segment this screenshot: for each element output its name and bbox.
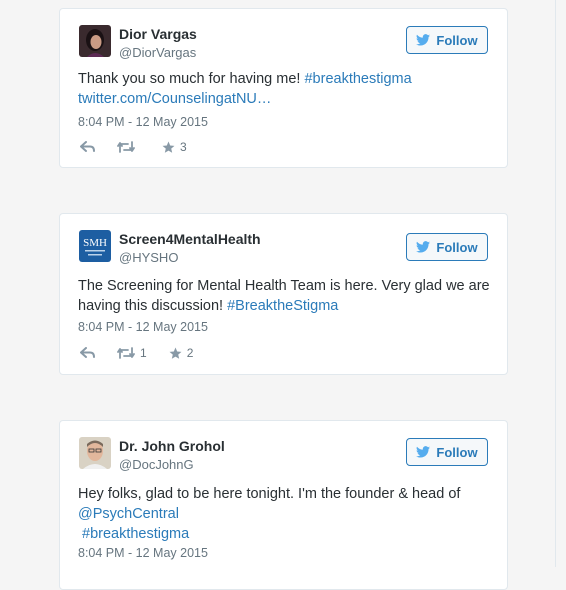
favorite-count: 2 <box>186 346 194 360</box>
tweet-actions: 1 2 <box>80 345 215 361</box>
tweet-text: Thank you so much for having me! #breakt… <box>78 69 498 109</box>
tweet-actions: 3 <box>80 139 209 155</box>
retweet-button[interactable]: 1 <box>117 346 147 360</box>
follow-label: Follow <box>436 444 478 460</box>
author-name[interactable]: Dior Vargas <box>119 26 197 42</box>
favorite-button[interactable]: 3 <box>162 140 187 154</box>
follow-button[interactable]: Follow <box>406 233 488 261</box>
hashtag-link[interactable]: #breakthestigma <box>82 526 189 542</box>
author-name[interactable]: Screen4MentalHealth <box>119 231 261 247</box>
author-handle[interactable]: @HYSHO <box>119 250 178 265</box>
url-link[interactable]: twitter.com/CounselingatNU… <box>78 91 271 107</box>
twitter-bird-icon <box>416 241 431 253</box>
reply-button[interactable] <box>80 347 95 359</box>
retweet-button[interactable] <box>117 141 140 153</box>
retweet-icon <box>117 141 135 153</box>
tweet-card: Dr. John Grohol @DocJohnG Follow Hey fol… <box>59 420 508 590</box>
favorite-count: 3 <box>180 140 187 154</box>
follow-button[interactable]: Follow <box>406 438 488 466</box>
tweet-card: Dior Vargas @DiorVargas Follow Thank you… <box>59 8 508 168</box>
tweet-body: Hey folks, glad to be here tonight. I'm … <box>78 486 461 502</box>
tweet-timestamp[interactable]: 8:04 PM - 12 May 2015 <box>78 115 208 129</box>
favorite-button[interactable]: 2 <box>169 346 194 360</box>
follow-label: Follow <box>436 239 478 255</box>
author-handle[interactable]: @DocJohnG <box>119 457 194 472</box>
star-icon <box>169 347 182 360</box>
follow-button[interactable]: Follow <box>406 26 488 54</box>
avatar-logo-text: SMH <box>83 237 107 249</box>
avatar[interactable]: SMH <box>79 230 111 262</box>
reply-icon <box>80 141 95 153</box>
mention-link[interactable]: @PsychCentral <box>78 506 179 522</box>
tweet-card: SMH Screen4MentalHealth @HYSHO Follow Th… <box>59 213 508 375</box>
hashtag-link[interactable]: #BreaktheStigma <box>227 298 338 314</box>
tweet-body: Thank you so much for having me! <box>78 71 305 87</box>
twitter-bird-icon <box>416 34 431 46</box>
avatar[interactable] <box>79 25 111 57</box>
tweet-timestamp[interactable]: 8:04 PM - 12 May 2015 <box>78 546 208 560</box>
follow-label: Follow <box>436 32 478 48</box>
retweet-count: 1 <box>140 346 147 360</box>
tweet-timestamp[interactable]: 8:04 PM - 12 May 2015 <box>78 320 208 334</box>
page-divider <box>555 0 556 567</box>
retweet-icon <box>117 347 135 359</box>
hashtag-link[interactable]: #breakthestigma <box>304 71 411 87</box>
tweet-text: Hey folks, glad to be here tonight. I'm … <box>78 484 498 544</box>
author-handle[interactable]: @DiorVargas <box>119 45 196 60</box>
tweet-text: The Screening for Mental Health Team is … <box>78 276 498 316</box>
twitter-bird-icon <box>416 446 431 458</box>
star-icon <box>162 141 175 154</box>
avatar[interactable] <box>79 437 111 469</box>
author-name[interactable]: Dr. John Grohol <box>119 438 225 454</box>
reply-button[interactable] <box>80 141 95 153</box>
reply-icon <box>80 347 95 359</box>
